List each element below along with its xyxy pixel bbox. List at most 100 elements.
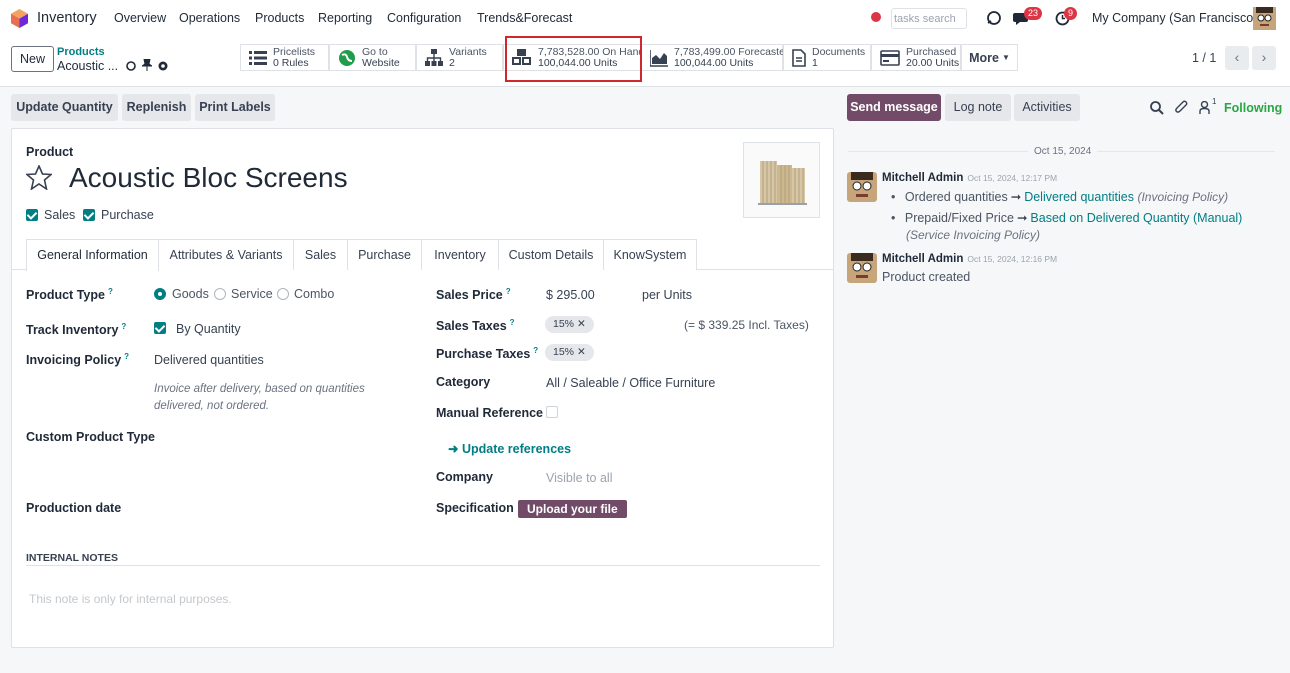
print-labels-button[interactable]: Print Labels <box>195 94 275 121</box>
type-goods-label: Goods <box>172 287 209 301</box>
forecasted-value: 100,044.00 Units <box>674 56 754 69</box>
breadcrumb-current: Acoustic ... <box>57 59 119 73</box>
type-combo-radio[interactable] <box>277 288 289 300</box>
message-body: Product created <box>882 270 971 284</box>
log-note-button[interactable]: Log note <box>945 94 1011 121</box>
smart-button-pricelists[interactable]: Pricelists 0 Rules <box>240 44 329 71</box>
arrow-right-icon: ➞ <box>1010 190 1022 204</box>
help-icon[interactable]: ? <box>108 287 113 296</box>
tab-general-information[interactable]: General Information <box>26 239 159 271</box>
sales-price-input[interactable]: $ 295.00 <box>546 288 595 302</box>
menu-trends-forecast[interactable]: Trends&Forecast <box>477 11 572 25</box>
track-inventory-checkbox[interactable] <box>154 322 166 334</box>
smart-button-purchased[interactable]: Purchased 20.00 Units <box>871 44 961 71</box>
sales-checkbox[interactable] <box>26 209 38 221</box>
area-chart-icon <box>650 49 668 67</box>
help-icon[interactable]: ? <box>121 322 126 331</box>
remove-tag-icon[interactable]: ✕ <box>577 346 586 358</box>
help-icon[interactable]: ? <box>506 287 511 296</box>
product-type-label-text: Product Type <box>26 288 105 303</box>
remove-tag-icon[interactable]: ✕ <box>577 318 586 330</box>
send-message-button[interactable]: Send message <box>847 94 941 121</box>
help-icon[interactable]: ? <box>510 318 515 327</box>
update-quantity-button[interactable]: Update Quantity <box>11 94 118 121</box>
pager-next-button[interactable]: › <box>1252 46 1276 70</box>
following-button[interactable]: Following <box>1224 101 1282 115</box>
website-value: Website <box>362 56 400 69</box>
track-inventory-value: By Quantity <box>176 322 241 336</box>
menu-configuration[interactable]: Configuration <box>387 11 461 25</box>
app-name[interactable]: Inventory <box>37 10 97 26</box>
product-name[interactable]: Acoustic Bloc Screens <box>69 162 348 194</box>
company-switcher[interactable]: My Company (San Francisco) <box>1092 11 1257 25</box>
gear-icon[interactable] <box>157 60 169 72</box>
sales-taxes-label: Sales Taxes? <box>436 318 515 333</box>
user-avatar[interactable] <box>1253 7 1276 30</box>
invoicing-policy-help-2: delivered, not ordered. <box>154 400 270 412</box>
smart-button-forecasted[interactable]: 7,783,499.00 Forecasted 100,044.00 Units <box>641 44 791 71</box>
refresh-icon[interactable] <box>986 10 1002 26</box>
internal-notes-input[interactable]: This note is only for internal purposes. <box>29 592 232 606</box>
upload-file-button[interactable]: Upload your file <box>518 500 627 518</box>
author-avatar[interactable] <box>847 253 877 283</box>
track-inventory-label: Track Inventory? <box>26 322 126 337</box>
menu-operations[interactable]: Operations <box>179 11 240 25</box>
smart-button-documents[interactable]: Documents 1 <box>783 44 871 71</box>
product-image[interactable] <box>743 142 820 218</box>
tab-custom-details[interactable]: Custom Details <box>499 239 604 270</box>
old-value: Prepaid/Fixed Price <box>904 211 1014 225</box>
pager-previous-button[interactable]: ‹ <box>1225 46 1249 70</box>
variants-value: 2 <box>449 56 455 69</box>
type-goods-radio[interactable] <box>154 288 166 300</box>
track-inventory-label-text: Track Inventory <box>26 323 119 338</box>
type-combo-label: Combo <box>294 287 335 301</box>
tracking-change-2: • Prepaid/Fixed Price ➞ Based on Delivered… <box>891 211 1243 225</box>
tab-inventory[interactable]: Inventory <box>422 239 499 270</box>
tab-attributes-variants[interactable]: Attributes & Variants <box>159 239 294 270</box>
breadcrumb-products[interactable]: Products <box>57 46 105 58</box>
more-button[interactable]: More ▼ <box>961 44 1018 71</box>
globe-icon <box>339 49 355 66</box>
sitemap-icon <box>425 48 443 66</box>
help-icon[interactable]: ? <box>124 352 129 361</box>
pin-icon[interactable] <box>142 59 152 71</box>
user-face-icon <box>847 172 877 202</box>
category-select[interactable]: All / Saleable / Office Furniture <box>546 376 715 390</box>
purchase-tax-tag[interactable]: 15% ✕ <box>545 344 594 361</box>
inventory-app-icon[interactable] <box>11 9 28 28</box>
invoicing-policy-select[interactable]: Delivered quantities <box>154 353 264 367</box>
pager-value[interactable]: 1 / 1 <box>1192 51 1216 65</box>
tab-knowsystem[interactable]: KnowSystem <box>604 239 697 270</box>
highlight-box <box>505 36 642 82</box>
menu-reporting[interactable]: Reporting <box>318 11 372 25</box>
smart-button-variants[interactable]: Variants 2 <box>416 44 503 71</box>
activities-button[interactable]: Activities <box>1014 94 1080 121</box>
settings-gear-icon[interactable] <box>125 60 137 72</box>
type-service-radio[interactable] <box>214 288 226 300</box>
followers-icon[interactable] <box>1199 101 1210 114</box>
caret-down-icon: ▼ <box>1001 53 1010 62</box>
tab-sales[interactable]: Sales <box>294 239 348 270</box>
new-button[interactable]: New <box>11 46 54 72</box>
message-author: Mitchell Admin Oct 15, 2024, 12:16 PM <box>882 253 1057 265</box>
help-icon[interactable]: ? <box>533 346 538 355</box>
search-icon[interactable] <box>1150 101 1164 115</box>
invoicing-policy-label-text: Invoicing Policy <box>26 353 122 368</box>
menu-products[interactable]: Products <box>255 11 304 25</box>
manual-reference-checkbox[interactable] <box>546 406 558 418</box>
smart-button-website[interactable]: Go to Website <box>329 44 416 71</box>
tasks-search-input[interactable]: tasks search <box>891 8 967 29</box>
tracking-change-1: • Ordered quantities ➞ Delivered quantitie… <box>891 190 1229 204</box>
favorite-star-icon[interactable] <box>26 165 52 190</box>
update-references-button[interactable]: ➜ Update references <box>448 441 571 456</box>
sales-tax-tag[interactable]: 15% ✕ <box>545 316 594 333</box>
menu-overview[interactable]: Overview <box>114 11 166 25</box>
company-select[interactable]: Visible to all <box>546 471 612 485</box>
author-avatar[interactable] <box>847 172 877 202</box>
paperclip-icon[interactable] <box>1175 100 1188 115</box>
purchase-checkbox[interactable] <box>83 209 95 221</box>
chevron-left-icon: ‹ <box>1234 49 1240 65</box>
replenish-button[interactable]: Replenish <box>122 94 191 121</box>
message-time: Oct 15, 2024, 12:17 PM <box>967 173 1058 183</box>
tab-purchase[interactable]: Purchase <box>348 239 422 270</box>
